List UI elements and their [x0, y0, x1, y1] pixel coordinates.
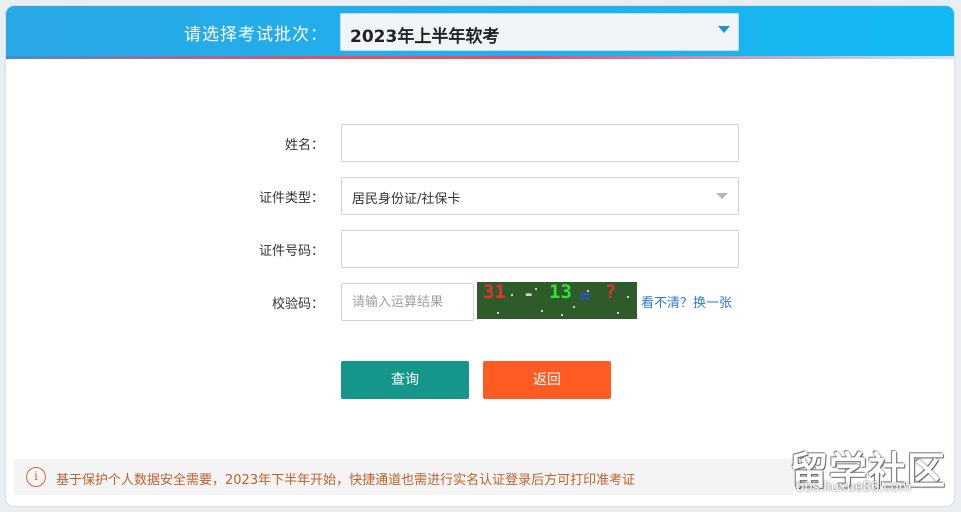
header-accent-line	[6, 56, 954, 59]
query-panel: 请选择考试批次： 2023年上半年软考 姓名： 证件类型： 居民身份证/社保卡 …	[6, 6, 954, 506]
captcha-label: 校验码：	[271, 297, 324, 312]
watermark-url: bbs.liuxue86.com	[796, 480, 912, 495]
id-type-label: 证件类型：	[258, 191, 324, 206]
id-type-value: 居民身份证/社保卡	[352, 192, 461, 207]
batch-select[interactable]: 2023年上半年软考	[340, 13, 739, 51]
name-label: 姓名：	[284, 138, 324, 153]
query-button[interactable]: 查询	[341, 361, 469, 399]
id-number-field[interactable]	[341, 230, 739, 268]
notice-text: 基于保护个人数据安全需要，2023年下半年开始，快捷通道也需进行实名认证登录后方…	[56, 473, 636, 488]
captcha-refresh-link[interactable]: 看不清？换一张	[641, 292, 732, 311]
captcha-input[interactable]	[341, 283, 474, 321]
id-number-label: 证件号码：	[258, 244, 324, 259]
captcha-image[interactable]: 31 - 13 = ?	[477, 282, 637, 319]
captcha-token-5: ?	[605, 282, 617, 303]
watermark: 留学社区 bbs.liuxue86.com	[790, 440, 950, 504]
name-field[interactable]	[341, 124, 739, 162]
batch-label: 请选择考试批次：	[184, 25, 328, 45]
chevron-down-icon	[716, 193, 728, 199]
notice-bar: i 基于保护个人数据安全需要，2023年下半年开始，快捷通道也需进行实名认证登录…	[14, 459, 794, 495]
info-icon: i	[26, 467, 46, 487]
id-type-select[interactable]: 居民身份证/社保卡	[341, 177, 739, 215]
chevron-down-icon	[718, 26, 730, 33]
batch-selected-value: 2023年上半年软考	[350, 27, 500, 47]
captcha-token-3: 13	[549, 282, 572, 303]
captcha-token-1: 31	[483, 282, 506, 303]
back-button[interactable]: 返回	[483, 361, 611, 399]
captcha-token-2: -	[523, 283, 535, 305]
header-bar: 请选择考试批次： 2023年上半年软考	[6, 6, 954, 58]
captcha-token-4: =	[579, 285, 591, 307]
